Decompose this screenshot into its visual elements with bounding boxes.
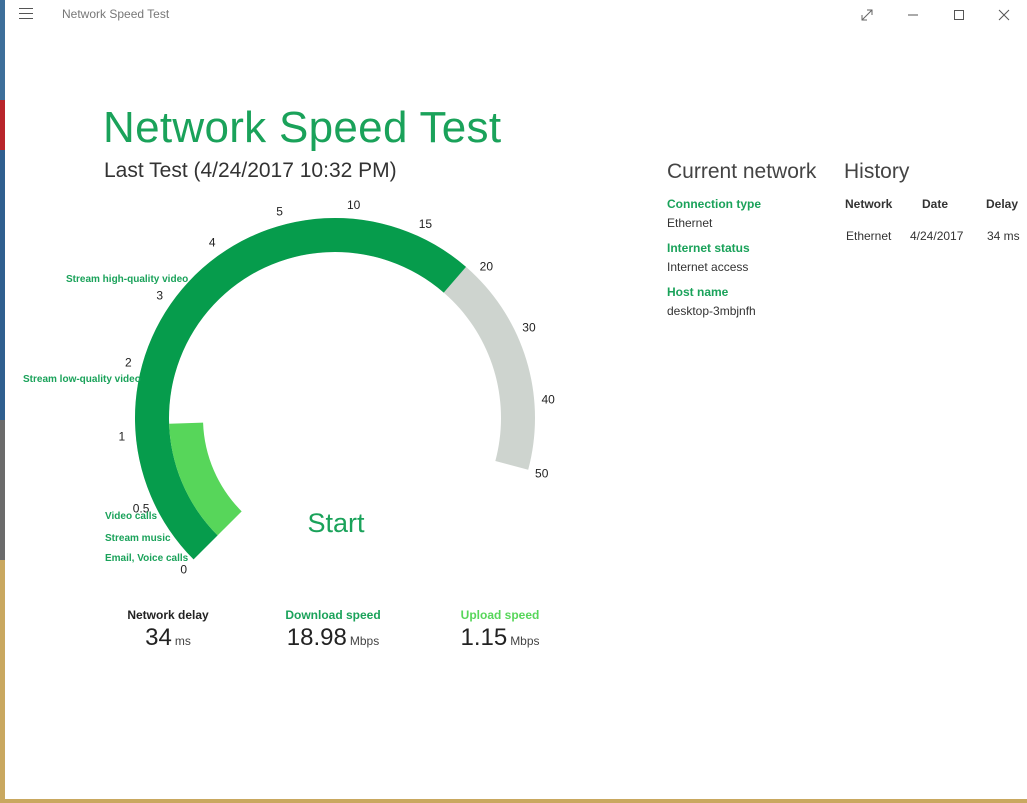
gauge-scale-label: 15	[419, 217, 433, 231]
network-delay-unit: ms	[174, 634, 191, 648]
gauge-scale-label: 0	[180, 562, 187, 576]
internet-status-item: Internet status Internet access	[667, 241, 750, 274]
gauge-scale-label: 4	[209, 236, 216, 250]
history-row-network: Ethernet	[846, 229, 892, 243]
download-speed-unit: Mbps	[349, 634, 380, 648]
upload-speed-label: Upload speed	[460, 608, 540, 622]
gauge-scale-label: 5	[276, 204, 283, 218]
connection-type-item: Connection type Ethernet	[667, 197, 761, 230]
history-col-date: Date	[922, 197, 949, 211]
history-col-delay: Delay	[986, 197, 1019, 211]
history-title: History	[844, 160, 910, 183]
activity-label-lq-video: Stream low-quality video	[23, 374, 141, 385]
gauge-scale-label: 30	[522, 321, 536, 335]
internet-status-value: Internet access	[667, 260, 749, 274]
download-speed-stat: Download speed 18.98 Mbps	[273, 608, 393, 652]
history-col-network: Network	[845, 197, 893, 211]
current-network-title: Current network	[667, 160, 817, 183]
network-delay-stat: Network delay 34 ms	[113, 608, 223, 652]
network-delay-value: 34	[145, 624, 172, 651]
gauge-scale-label: 10	[347, 198, 361, 212]
internet-status-label: Internet status	[667, 241, 750, 255]
app-window: Network Speed Test Network Speed Test La…	[5, 0, 1027, 799]
gauge-scale-label: 1	[118, 430, 125, 444]
activity-label-music: Stream music	[105, 533, 171, 544]
gauge-scale-label: 3	[156, 288, 163, 302]
gauge-scale-label: 20	[480, 260, 494, 274]
connection-type-value: Ethernet	[667, 216, 713, 230]
speed-gauge: 00.512345 101520304050 Stream high-qualit…	[23, 198, 556, 577]
gauge-scale-label: 50	[535, 466, 549, 480]
activity-label-email-voice: Email, Voice calls	[105, 553, 189, 564]
gauge-scale-label: 40	[542, 392, 556, 406]
activity-label-hq-video: Stream high-quality video	[66, 274, 188, 285]
download-speed-value: 18.98	[286, 624, 347, 651]
host-name-value: desktop-3mbjnfh	[667, 304, 756, 318]
upload-speed-unit: Mbps	[510, 634, 540, 648]
history-row-delay: 34 ms	[987, 229, 1020, 243]
upload-speed-stat: Upload speed 1.15 Mbps	[445, 608, 555, 652]
network-delay-label: Network delay	[127, 608, 209, 622]
start-button[interactable]: Start	[300, 508, 372, 542]
history-row-date: 4/24/2017	[910, 229, 964, 243]
download-speed-label: Download speed	[285, 608, 381, 622]
host-name-item: Host name desktop-3mbjnfh	[667, 285, 756, 318]
activity-label-video-calls: Video calls	[105, 511, 158, 522]
upload-speed-value: 1.15	[460, 624, 508, 651]
host-name-label: Host name	[667, 285, 729, 299]
connection-type-label: Connection type	[667, 197, 762, 211]
gauge-scale-label: 2	[125, 356, 132, 370]
